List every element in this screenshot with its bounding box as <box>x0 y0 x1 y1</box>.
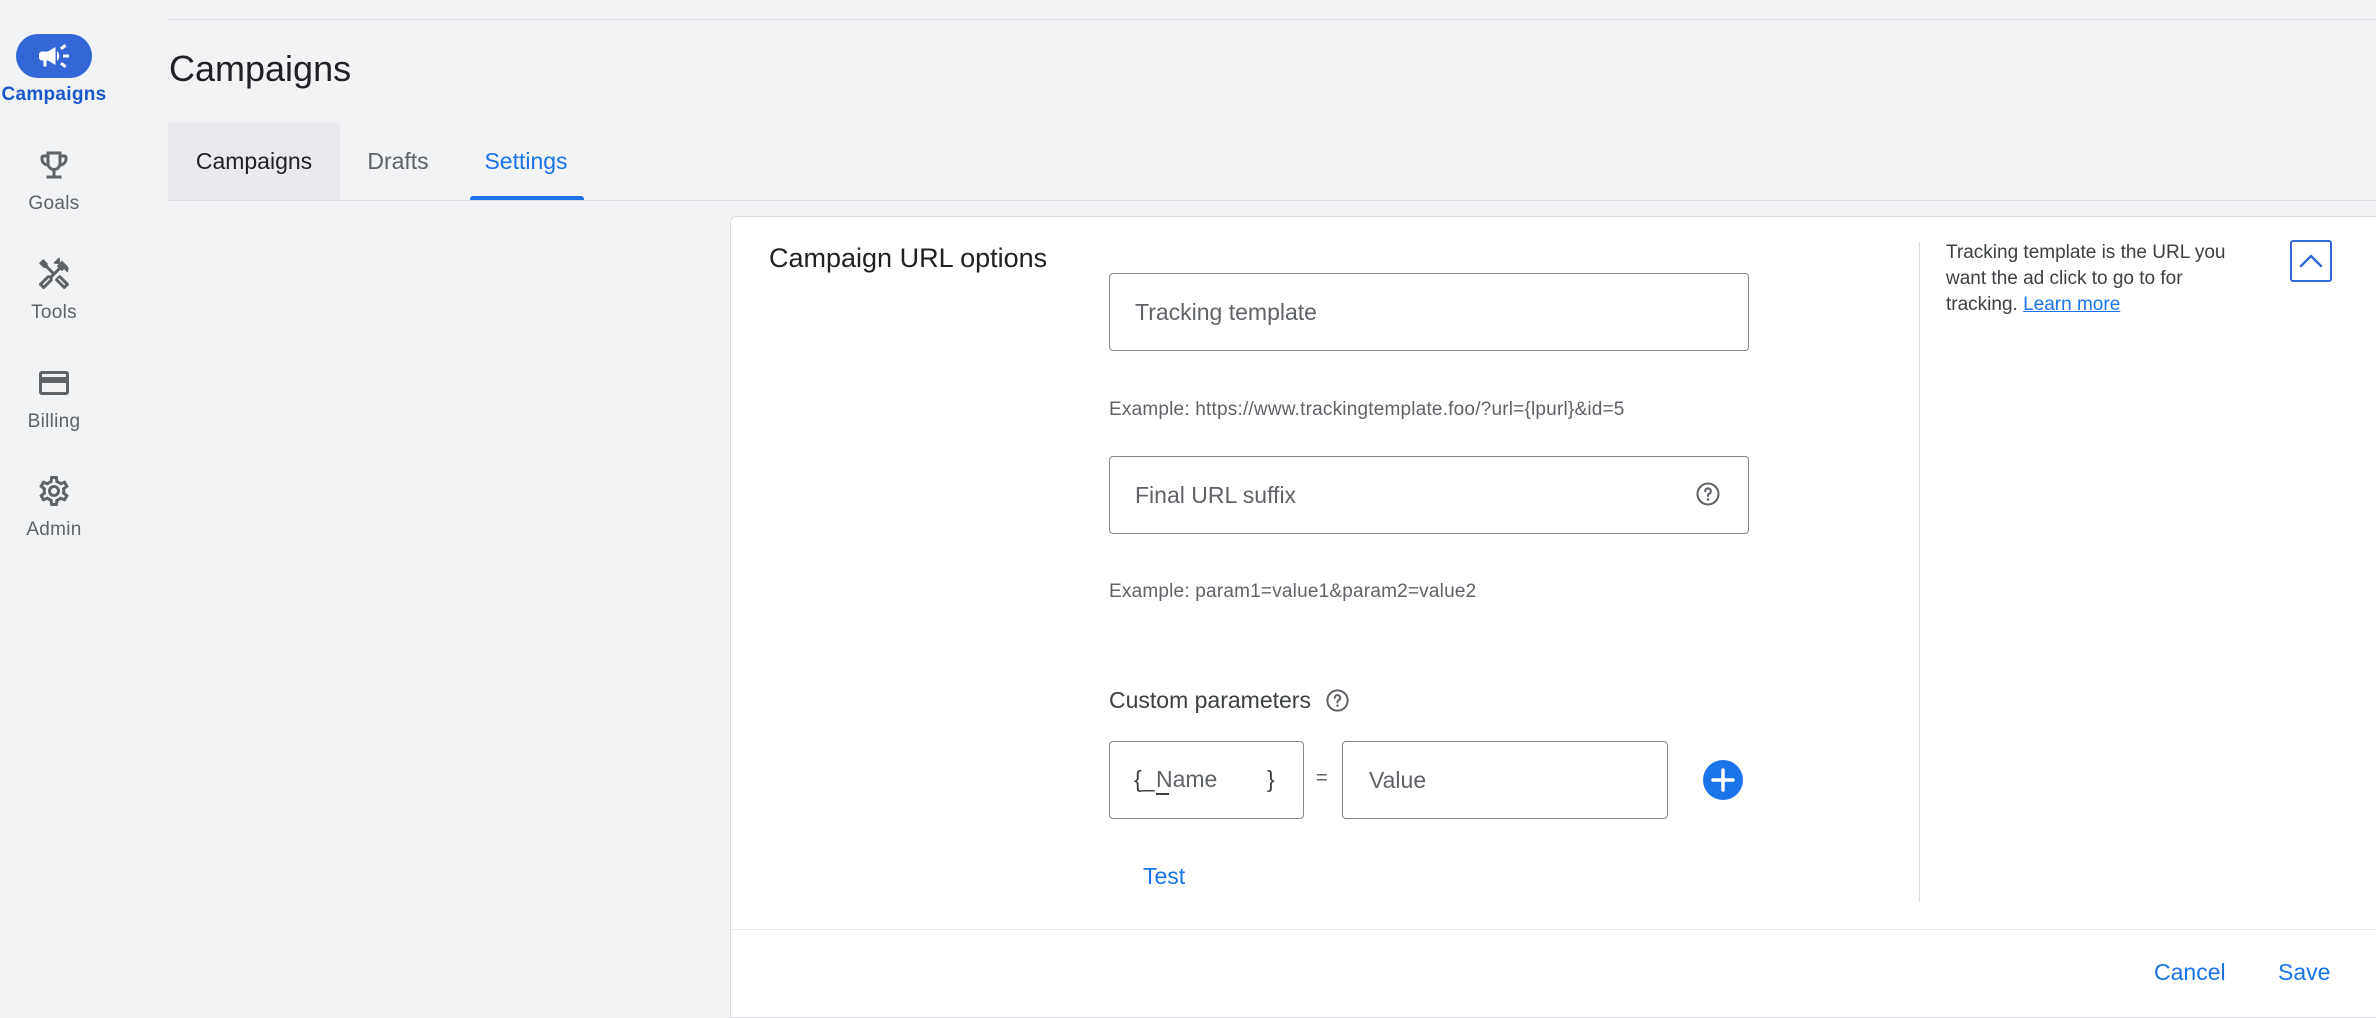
nav-item-admin[interactable]: Admin <box>0 469 108 541</box>
final-url-suffix-placeholder: Final URL suffix <box>1135 481 1297 508</box>
tracking-template-placeholder: Tracking template <box>1135 298 1317 325</box>
campaign-url-options-panel: Campaign URL options Tracking template E… <box>730 216 2376 1018</box>
nav-label-tools: Tools <box>31 302 77 323</box>
nav-item-tools[interactable]: Tools <box>0 252 108 324</box>
nav-item-campaigns[interactable]: Campaigns <box>0 34 108 106</box>
tools-icon <box>39 257 69 290</box>
collapse-button[interactable] <box>2290 240 2332 282</box>
learn-more-link[interactable]: Learn more <box>2023 294 2120 315</box>
nav-pill <box>16 252 92 296</box>
add-parameter-button[interactable] <box>1703 760 1743 800</box>
tracking-template-example: Example: https://www.trackingtemplate.fo… <box>1109 399 1625 420</box>
nav-item-billing[interactable]: Billing <box>0 361 108 433</box>
nav-pill <box>16 34 92 78</box>
tracking-template-input[interactable]: Tracking template <box>1109 273 1749 351</box>
panel-title: Campaign URL options <box>769 243 1048 273</box>
page-title: Campaigns <box>169 48 352 89</box>
save-button[interactable]: Save <box>2278 959 2330 986</box>
test-button[interactable]: Test <box>1143 863 1185 890</box>
tab-divider <box>168 200 2376 201</box>
credit-card-icon <box>39 371 69 395</box>
side-nav: Campaigns Goals Tools Billing Admin <box>0 0 108 1018</box>
tab-bar: Campaigns Drafts Settings <box>168 123 596 200</box>
help-text: Tracking template is the URL you want th… <box>1946 240 2256 318</box>
final-url-suffix-input[interactable]: Final URL suffix <box>1109 456 1749 534</box>
nav-pill <box>16 469 92 513</box>
tab-drafts[interactable]: Drafts <box>340 123 456 200</box>
nav-pill <box>16 361 92 405</box>
parameter-value-placeholder: Value <box>1369 766 1427 793</box>
nav-label-goals: Goals <box>28 193 80 214</box>
custom-parameters-label: Custom parameters <box>1109 687 1311 713</box>
help-icon[interactable] <box>1694 480 1722 508</box>
chevron-up-icon <box>2299 254 2323 268</box>
megaphone-icon <box>39 44 69 68</box>
equals-sign: = <box>1316 767 1328 789</box>
parameter-name-placeholder: Name <box>1156 766 1218 795</box>
nav-label-admin: Admin <box>26 519 82 540</box>
nav-pill <box>16 143 92 187</box>
nav-item-goals[interactable]: Goals <box>0 143 108 215</box>
parameter-value-input[interactable]: Value <box>1342 741 1668 819</box>
trophy-icon <box>40 151 68 179</box>
panel-divider <box>1919 242 1920 902</box>
help-icon[interactable] <box>1324 687 1351 714</box>
parameter-name-input[interactable]: {_ Name } <box>1109 741 1304 819</box>
tab-settings[interactable]: Settings <box>456 123 596 200</box>
plus-icon <box>1711 768 1735 792</box>
gear-icon <box>39 475 69 506</box>
cancel-button[interactable]: Cancel <box>2154 959 2226 986</box>
nav-label-billing: Billing <box>27 411 81 432</box>
final-url-suffix-example: Example: param1=value1&param2=value2 <box>1109 581 1477 602</box>
brace-open: {_ <box>1134 766 1155 792</box>
top-divider <box>168 19 2376 20</box>
tab-campaigns[interactable]: Campaigns <box>168 123 340 200</box>
nav-label-campaigns: Campaigns <box>1 84 107 105</box>
footer-divider <box>731 929 2376 930</box>
brace-close: } <box>1267 766 1275 792</box>
